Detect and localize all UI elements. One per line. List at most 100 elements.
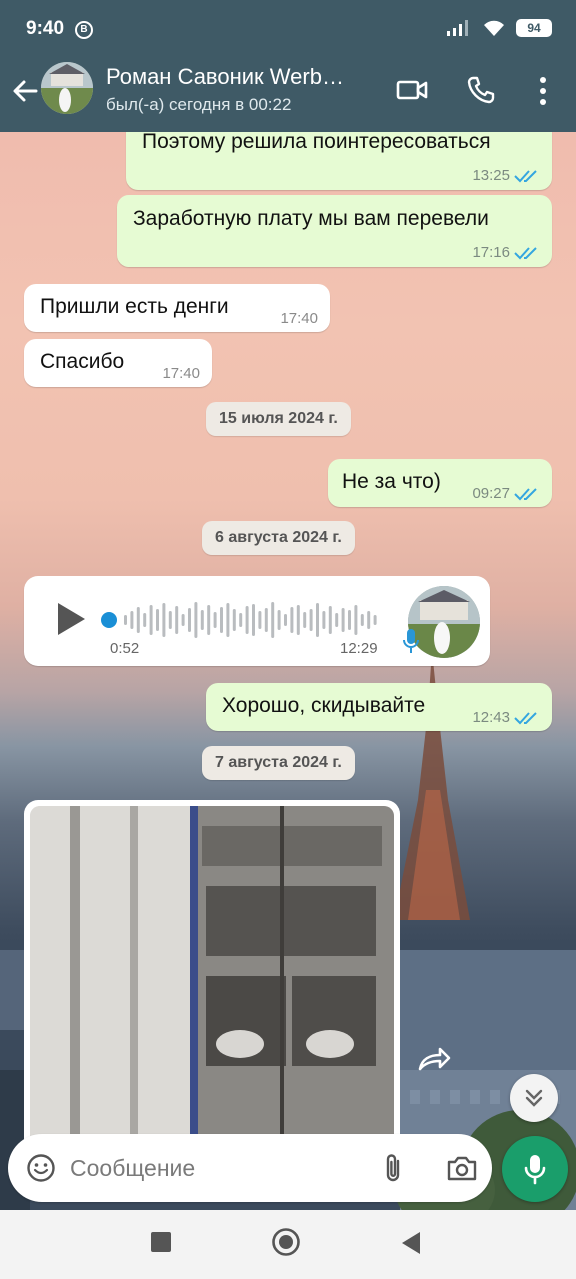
waveform-bar xyxy=(200,610,204,630)
back-arrow-icon[interactable] xyxy=(10,76,40,106)
playback-position-handle[interactable] xyxy=(101,612,117,628)
mic-small-icon xyxy=(403,629,419,653)
battery-icon: 94 xyxy=(516,19,552,37)
read-ticks-icon xyxy=(514,711,537,724)
waveform-bar xyxy=(207,605,211,635)
waveform-bar xyxy=(213,612,217,628)
system-nav-bar xyxy=(0,1210,576,1279)
waveform-bar xyxy=(290,607,294,633)
waveform-bar xyxy=(328,606,332,634)
emoji-icon[interactable] xyxy=(26,1153,56,1183)
waveform-bar xyxy=(232,609,236,631)
document-photo xyxy=(30,806,394,1140)
waveform-bar xyxy=(239,613,243,627)
chat-header: Роман Савоник Werb… был(-а) сегодня в 00… xyxy=(0,58,576,132)
message-outgoing[interactable]: Не за что) 09:27 xyxy=(328,459,552,507)
chat-area[interactable]: Поэтому решила поинтересоваться 13:25 За… xyxy=(0,132,576,1210)
message-meta: 12:43 xyxy=(472,709,540,726)
waveform-bar xyxy=(348,610,351,630)
message-time: 09:27 xyxy=(472,485,510,502)
phone-icon[interactable] xyxy=(466,75,496,105)
voice-duration: 0:52 xyxy=(110,640,140,657)
voice-message[interactable]: 0:52 12:29 xyxy=(24,576,490,666)
message-composer xyxy=(8,1134,492,1202)
message-time: 12:43 xyxy=(472,709,510,726)
waveform-bar xyxy=(296,605,300,635)
waveform-bar xyxy=(130,611,134,629)
waveform-bar xyxy=(194,602,198,638)
waveform-bar xyxy=(277,610,281,630)
waveform-bar xyxy=(309,609,313,631)
message-text: Не за что) xyxy=(342,470,441,493)
message-text: Пришли есть денги xyxy=(40,295,229,318)
contact-name[interactable]: Роман Савоник Werb… xyxy=(106,64,374,90)
contact-last-seen: был(-а) сегодня в 00:22 xyxy=(106,95,292,114)
contact-avatar[interactable] xyxy=(41,62,93,114)
mic-icon xyxy=(524,1155,546,1185)
waveform-bar xyxy=(335,613,339,627)
waveform-bar xyxy=(168,611,172,629)
message-outgoing[interactable]: Поэтому решила поинтересоваться 13:25 xyxy=(126,132,552,190)
read-ticks-icon xyxy=(514,246,537,259)
play-icon[interactable] xyxy=(54,600,88,638)
message-outgoing[interactable]: Заработную плату мы вам перевели 17:16 xyxy=(117,195,552,267)
scroll-to-bottom-button[interactable] xyxy=(510,1074,558,1122)
image-photo[interactable] xyxy=(30,806,394,1140)
waveform-bar xyxy=(143,613,147,627)
camera-icon[interactable] xyxy=(446,1154,478,1182)
message-time: 12:29 xyxy=(340,640,378,657)
message-incoming[interactable]: Пришли есть денги 17:40 xyxy=(24,284,330,332)
video-call-icon[interactable] xyxy=(396,75,428,105)
date-separator: 7 августа 2024 г. xyxy=(202,746,355,780)
waveform-bar xyxy=(156,609,159,631)
message-meta: 13:25 xyxy=(472,167,540,184)
image-message[interactable] xyxy=(24,800,400,1140)
waveform-bar xyxy=(367,611,371,629)
waveform-bar xyxy=(373,615,377,625)
date-separator: 15 июля 2024 г. xyxy=(206,402,351,436)
waveform-bar xyxy=(220,607,223,633)
signal-icon xyxy=(447,20,468,36)
message-time: 17:16 xyxy=(472,244,510,261)
waveform-bar xyxy=(149,605,153,635)
waveform-bar xyxy=(271,602,275,638)
home-circle-icon[interactable] xyxy=(271,1227,301,1257)
read-ticks-icon xyxy=(514,169,537,182)
back-triangle-icon[interactable] xyxy=(400,1230,422,1256)
waveform-bar xyxy=(303,612,307,628)
forward-icon[interactable] xyxy=(414,1045,452,1075)
waveform-bar xyxy=(245,606,249,634)
waveform-bar xyxy=(264,608,268,632)
message-text: Хорошо, скидывайте xyxy=(222,694,426,717)
message-outgoing[interactable]: Хорошо, скидывайте 12:43 xyxy=(206,683,552,731)
waveform[interactable] xyxy=(122,598,382,642)
waveform-bar xyxy=(252,604,255,636)
message-incoming[interactable]: Спасибо 17:40 xyxy=(24,339,212,387)
attach-clip-icon[interactable] xyxy=(380,1152,406,1184)
waveform-bar xyxy=(181,614,185,626)
date-separator: 6 августа 2024 г. xyxy=(202,521,355,555)
waveform-bar xyxy=(136,607,140,633)
recents-square-icon[interactable] xyxy=(149,1230,173,1254)
avatar-photo xyxy=(41,62,93,114)
waveform-bar xyxy=(284,614,287,626)
waveform-bar xyxy=(322,611,326,629)
waveform-bar xyxy=(360,614,364,626)
waveform-bar xyxy=(354,605,358,635)
message-input[interactable] xyxy=(70,1148,360,1188)
message-text: Поэтому решила поинтересоваться xyxy=(142,132,491,153)
more-vert-icon[interactable] xyxy=(534,75,552,107)
message-meta: 17:16 xyxy=(472,244,540,261)
waveform-bar xyxy=(341,608,345,632)
waveform-bar xyxy=(258,611,262,629)
status-icons: 94 xyxy=(446,18,552,38)
chevron-double-down-icon xyxy=(525,1089,543,1107)
message-time: 13:25 xyxy=(472,167,510,184)
message-meta: 17:40 xyxy=(162,365,200,382)
waveform-bar xyxy=(226,603,230,637)
voice-record-button[interactable] xyxy=(502,1136,568,1202)
notification-b-icon: B xyxy=(75,21,93,39)
message-time: 17:40 xyxy=(280,310,318,327)
read-ticks-icon xyxy=(514,487,537,500)
waveform-bar xyxy=(188,608,191,632)
